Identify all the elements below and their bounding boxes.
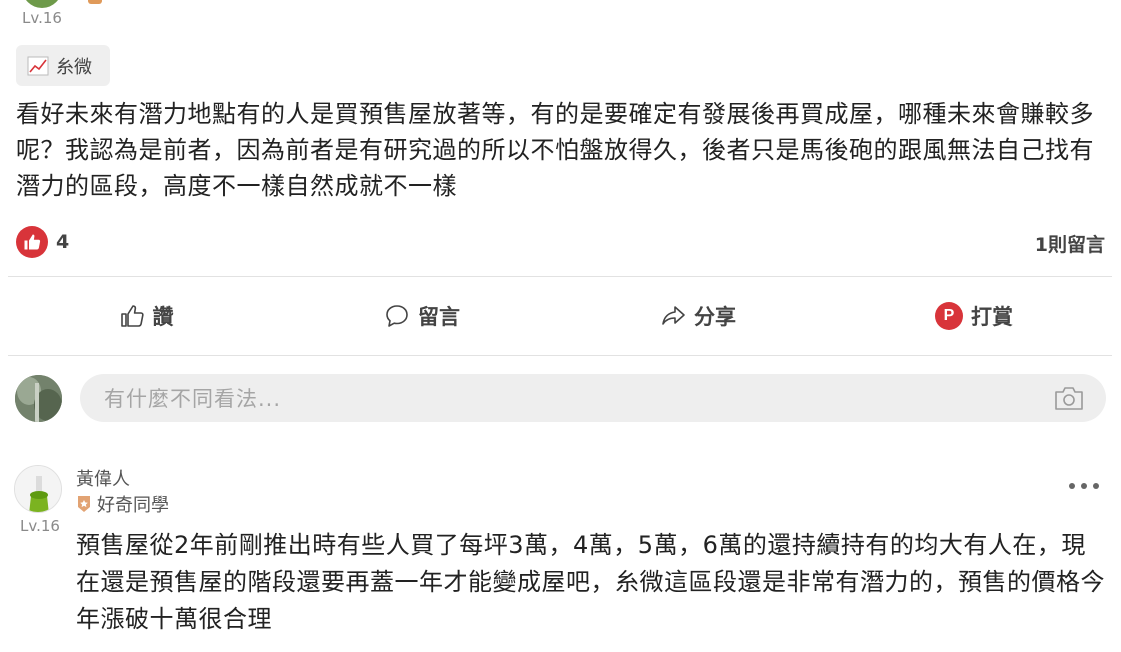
topic-tag-label: 糸微: [56, 56, 92, 78]
like-count: 4: [56, 231, 70, 253]
share-button[interactable]: 分享: [560, 277, 836, 355]
more-options-icon[interactable]: [1069, 476, 1099, 496]
divider: [8, 355, 1112, 356]
like-button-label: 讚: [152, 305, 174, 329]
post-author-avatar[interactable]: [22, 0, 62, 8]
comment-body-text: 預售屋從2年前剛推出時有些人買了每坪3萬，4萬，5萬，6萬的還持續持有的均大有人…: [76, 531, 1105, 633]
thumbs-up-icon: [120, 305, 144, 327]
like-button[interactable]: 讚: [8, 277, 284, 355]
comment-button[interactable]: 留言: [284, 277, 560, 355]
commenter-title-label: 好奇同學: [97, 495, 169, 516]
avatar-photo: [15, 375, 62, 422]
commenter-name[interactable]: 黃偉人: [76, 465, 130, 491]
comment-input-placeholder: 有什麼不同看法...: [104, 387, 282, 411]
post-author-level: Lv.16: [22, 9, 62, 27]
commenter-title: 好奇同學: [76, 491, 169, 517]
comment-input[interactable]: 有什麼不同看法...: [80, 374, 1106, 422]
commenter-avatar[interactable]: [14, 465, 62, 513]
stock-chart-icon: [27, 56, 49, 75]
points-icon: P: [935, 302, 963, 330]
rank-badge-icon: [78, 496, 90, 512]
comment-count-link[interactable]: 1則留言: [1035, 230, 1105, 257]
speech-bubble-icon: [386, 305, 408, 327]
camera-icon[interactable]: [1054, 385, 1084, 411]
post-body-text: 看好未來有潛力地點有的人是買預售屋放著等，有的是要確定有發展後再買成屋，哪種未來…: [16, 100, 1094, 200]
reaction-summary[interactable]: 4: [16, 226, 69, 258]
current-user-avatar[interactable]: [15, 375, 62, 422]
post-action-bar: 讚 留言 分享 P 打賞: [8, 277, 1112, 355]
share-arrow-icon: [662, 306, 685, 325]
tip-button-label: 打賞: [971, 305, 1013, 329]
avatar-photo: [15, 466, 61, 512]
topic-tag-chip[interactable]: 糸微: [16, 45, 110, 86]
thumbs-up-reaction-icon: [16, 226, 48, 258]
commenter-level: Lv.16: [20, 517, 60, 535]
tip-button[interactable]: P 打賞: [836, 277, 1112, 355]
comment-button-label: 留言: [418, 305, 460, 329]
share-button-label: 分享: [694, 305, 736, 329]
author-badge-icon: [88, 0, 102, 4]
